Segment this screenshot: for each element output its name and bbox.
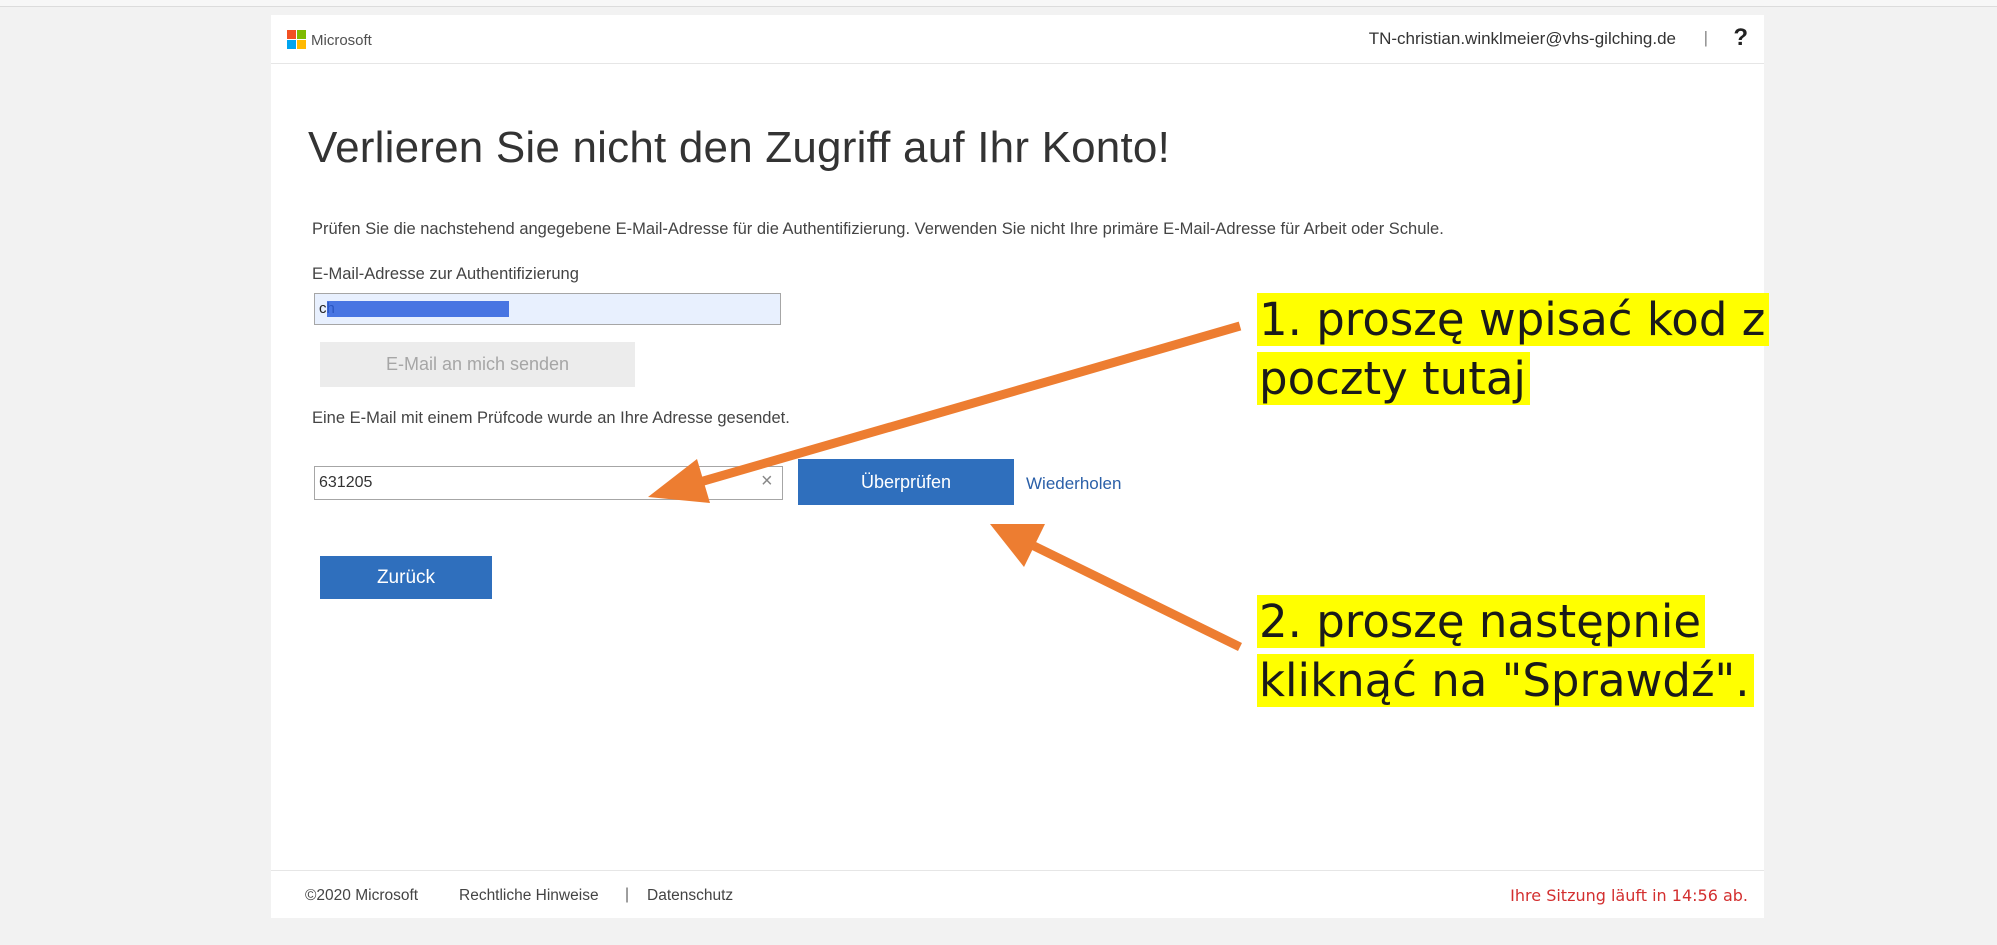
callout2-line2: kliknąć na "Sprawdź". <box>1257 654 1754 707</box>
callout2-line1: 2. proszę następnie <box>1257 595 1706 648</box>
arrow-to-verify-button <box>990 524 1242 652</box>
annotation-arrows <box>648 321 1242 652</box>
arrow-to-code-input <box>648 321 1242 503</box>
callout1-line1: 1. proszę wpisać kod z <box>1257 293 1770 346</box>
annotation-callout-step2: 2. proszę następnie kliknąć na "Sprawdź"… <box>1257 592 1754 710</box>
callout1-line2: poczty tutaj <box>1257 352 1530 405</box>
annotation-callout-step1: 1. proszę wpisać kod z poczty tutaj <box>1257 290 1770 408</box>
